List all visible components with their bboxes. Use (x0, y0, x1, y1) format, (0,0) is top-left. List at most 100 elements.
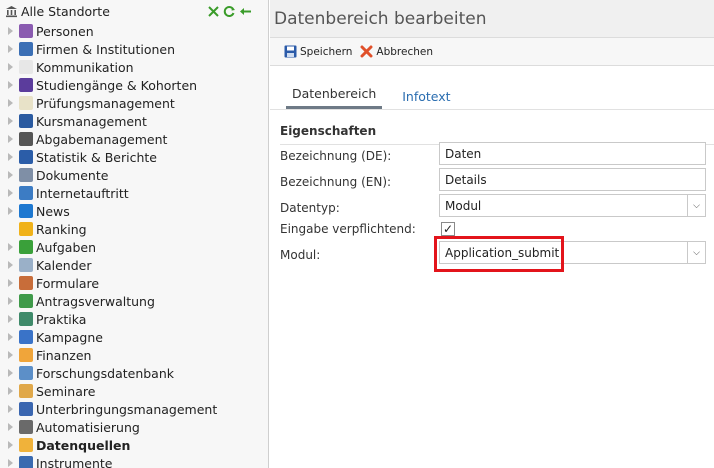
tree-item-formulare[interactable]: Formulare (0, 274, 268, 292)
expand-arrow-icon[interactable] (8, 423, 13, 431)
tree-item-label: Datenquellen (36, 437, 131, 453)
cancel-button[interactable]: Abbrechen (360, 45, 433, 58)
tree-item-praktika[interactable]: Praktika (0, 310, 268, 328)
tree-item-kalender[interactable]: Kalender (0, 256, 268, 274)
tree-item-kursmanagement[interactable]: Kursmanagement (0, 112, 268, 130)
name-de-input[interactable] (439, 142, 706, 165)
tree-item-finanzen[interactable]: Finanzen (0, 346, 268, 364)
tree-item-label: Kommunikation (36, 59, 134, 75)
main-panel: Datenbereich bearbeiten Speichern Abbrec… (270, 0, 714, 468)
expand-arrow-icon[interactable] (8, 189, 13, 197)
expand-arrow-icon[interactable] (8, 297, 13, 305)
expand-arrow-icon[interactable] (8, 387, 13, 395)
tree-item-forschungsdatenbank[interactable]: Forschungsdatenbank (0, 364, 268, 382)
chevron-down-icon[interactable]: ⌵ (687, 195, 705, 216)
expand-arrow-icon[interactable] (8, 135, 13, 143)
module-select[interactable]: Application_submit ⌵ (439, 241, 706, 264)
expand-arrow-icon[interactable] (8, 441, 13, 449)
tree-item-news[interactable]: News (0, 202, 268, 220)
tree-root-label: Alle Standorte (21, 3, 110, 19)
tree-item-label: Abgabemanagement (36, 131, 168, 147)
expand-arrow-icon[interactable] (8, 459, 13, 467)
application-icon (19, 294, 33, 308)
expand-arrow-icon[interactable] (8, 63, 13, 71)
tree-item-kampagne[interactable]: Kampagne (0, 328, 268, 346)
save-button[interactable]: Speichern (284, 45, 352, 58)
expand-all-icon[interactable] (206, 4, 220, 18)
required-label: Eingabe verpflichtend: (280, 222, 416, 236)
tree-list: Personen Firmen & Institutionen Kommunikat… (0, 22, 268, 468)
tree-item-label: Statistik & Berichte (36, 149, 157, 165)
briefcase-icon (19, 384, 33, 398)
name-en-input[interactable] (439, 168, 706, 191)
tree-item-personen[interactable]: Personen (0, 22, 268, 40)
tree-item-aufgaben[interactable]: Aufgaben (0, 238, 268, 256)
chevron-down-icon[interactable]: ⌵ (687, 242, 705, 263)
tree-item-label: Seminare (36, 383, 96, 399)
tree-item-label: News (36, 203, 70, 219)
tree-item-label: Antragsverwaltung (36, 293, 155, 309)
expand-arrow-icon[interactable] (8, 45, 13, 53)
tree-item-statistik-berichte[interactable]: Statistik & Berichte (0, 148, 268, 166)
tree-item-unterbringungsmanagement[interactable]: Unterbringungsmanagement (0, 400, 268, 418)
expand-arrow-icon[interactable] (8, 405, 13, 413)
coins-icon (19, 348, 33, 362)
expand-arrow-icon[interactable] (8, 315, 13, 323)
tree-item-ranking[interactable]: Ranking (0, 220, 268, 238)
toolbar: Speichern Abbrechen (270, 38, 714, 66)
building-icon (19, 402, 33, 416)
back-arrow-icon[interactable] (238, 4, 252, 18)
tree-item-label: Kursmanagement (36, 113, 147, 129)
tree-item-kommunikation[interactable]: Kommunikation (0, 58, 268, 76)
tree-root[interactable]: Alle Standorte (0, 0, 268, 22)
tree-item-label: Praktika (36, 311, 87, 327)
expand-arrow-icon[interactable] (8, 171, 13, 179)
expand-arrow-icon[interactable] (8, 117, 13, 125)
tree-item-abgabemanagement[interactable]: Abgabemanagement (0, 130, 268, 148)
expand-arrow-icon[interactable] (8, 81, 13, 89)
tree-item-label: Ranking (36, 221, 87, 237)
tree-item-label: Formulare (36, 275, 100, 291)
expand-arrow-icon[interactable] (8, 369, 13, 377)
expand-arrow-icon[interactable] (8, 225, 13, 233)
expand-arrow-icon[interactable] (8, 333, 13, 341)
form-row-module: Modul: (280, 243, 440, 266)
tree-item-antragsverwaltung[interactable]: Antragsverwaltung (0, 292, 268, 310)
expand-arrow-icon[interactable] (8, 261, 13, 269)
save-label: Speichern (300, 45, 353, 58)
tree-item-dokumente[interactable]: Dokumente (0, 166, 268, 184)
expand-arrow-icon[interactable] (8, 99, 13, 107)
tree-item-label: Prüfungsmanagement (36, 95, 175, 111)
tree-item-automatisierung[interactable]: Automatisierung (0, 418, 268, 436)
tree-item-label: Kampagne (36, 329, 103, 345)
tree-item-internetauftritt[interactable]: Internetauftritt (0, 184, 268, 202)
institution-icon (4, 4, 18, 18)
tree-item-datenquellen[interactable]: Datenquellen (0, 436, 268, 454)
expand-arrow-icon[interactable] (8, 207, 13, 215)
tree-item-label: Kalender (36, 257, 92, 273)
tree-item-label: Aufgaben (36, 239, 97, 255)
module-label: Modul: (280, 247, 321, 262)
expand-arrow-icon[interactable] (8, 351, 13, 359)
tree-item-label: Studiengänge & Kohorten (36, 77, 198, 93)
grid-icon (19, 312, 33, 326)
tree-item-seminare[interactable]: Seminare (0, 382, 268, 400)
expand-arrow-icon[interactable] (8, 243, 13, 251)
tab-infotext[interactable]: Infotext (396, 89, 456, 109)
expand-arrow-icon[interactable] (8, 153, 13, 161)
required-checkbox[interactable]: ✓ (441, 222, 455, 236)
datatype-label: Datentyp: (280, 200, 340, 215)
tab-datenbereich[interactable]: Datenbereich (286, 86, 383, 109)
tree-item-label: Dokumente (36, 167, 109, 183)
expand-arrow-icon[interactable] (8, 279, 13, 287)
tree-item-studiengänge-kohorten[interactable]: Studiengänge & Kohorten (0, 76, 268, 94)
datatype-select[interactable]: Modul ⌵ (439, 194, 706, 217)
module-value: Application_submit (445, 245, 560, 260)
tree-item-prüfungsmanagement[interactable]: Prüfungsmanagement (0, 94, 268, 112)
refresh-icon[interactable] (222, 4, 236, 18)
expand-arrow-icon[interactable] (8, 27, 13, 35)
tree-item-label: Finanzen (36, 347, 92, 363)
gift-icon (19, 330, 33, 344)
tree-item-instrumente[interactable]: Instrumente (0, 454, 268, 468)
tree-item-firmen-institutionen[interactable]: Firmen & Institutionen (0, 40, 268, 58)
